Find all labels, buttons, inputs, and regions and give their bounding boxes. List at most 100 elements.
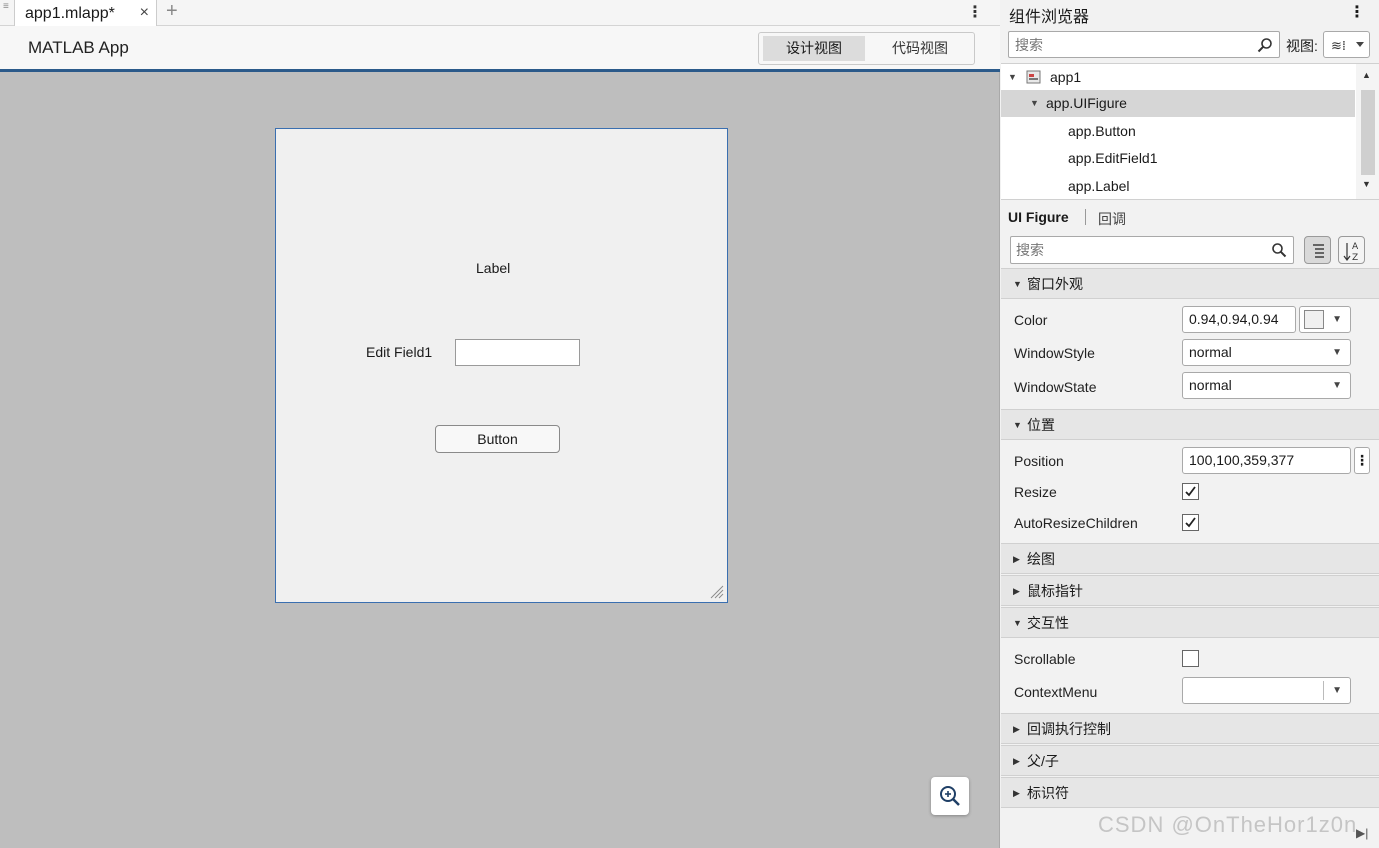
close-icon[interactable]: × <box>140 4 149 22</box>
collapsed-icon: ▶ <box>1013 724 1020 734</box>
autoresize-checkbox[interactable] <box>1182 514 1199 531</box>
chevron-down-icon: ▼ <box>1332 314 1342 325</box>
section-identifiers[interactable]: ▶ 标识符 <box>1001 777 1379 808</box>
tree-item-label: app.EditField1 <box>1068 150 1158 166</box>
search-icon[interactable] <box>1271 242 1287 258</box>
tree-item-label: app.Button <box>1068 123 1136 139</box>
app-title: MATLAB App <box>28 38 129 57</box>
tab-ui-figure[interactable]: UI Figure <box>1008 209 1069 225</box>
scrollbar-thumb[interactable] <box>1361 90 1375 175</box>
section-callback-execution[interactable]: ▶ 回调执行控制 <box>1001 713 1379 744</box>
section-title: 窗口外观 <box>1027 276 1083 292</box>
scroll-up-icon[interactable]: ▲ <box>1362 70 1371 80</box>
dropdown-value: normal <box>1189 344 1232 360</box>
zoom-in-icon <box>940 786 960 806</box>
list-icon <box>1313 244 1324 258</box>
expanded-icon: ▼ <box>1013 618 1022 628</box>
section-title: 鼠标指针 <box>1027 583 1083 599</box>
color-swatch <box>1304 310 1324 329</box>
watermark: CSDN @OnTheHor1z0n <box>1098 812 1358 837</box>
tree-item-uifigure[interactable]: ▼ app.UIFigure <box>1001 90 1355 117</box>
app-designer-canvas-area: ≡ app1.mlapp* × + ⋮ MATLAB App 设计视图 代码视图… <box>0 0 1000 848</box>
inspector-tabs: UI Figure 回调 <box>1001 201 1379 231</box>
tree-item-editfield1[interactable]: app.EditField1 <box>1001 145 1355 172</box>
collapsed-icon: ▶ <box>1013 554 1020 564</box>
dropdown-value: normal <box>1189 377 1232 393</box>
resize-grip-icon[interactable] <box>708 583 724 599</box>
search-icon[interactable] <box>1257 37 1273 53</box>
tree-item-label-component[interactable]: app.Label <box>1001 173 1355 200</box>
prop-label-contextmenu: ContextMenu <box>1014 684 1098 700</box>
tab-grip-icon[interactable]: ≡ <box>3 2 9 19</box>
section-title: 位置 <box>1027 417 1055 433</box>
contextmenu-dropdown[interactable]: ▼ <box>1182 677 1351 704</box>
label-component[interactable]: Label <box>476 260 510 276</box>
collapsed-icon: ▶ <box>1013 756 1020 766</box>
prop-label-position: Position <box>1014 453 1064 469</box>
svg-text:≋⁞: ≋⁞ <box>1331 39 1346 54</box>
position-more-button[interactable]: ⋮ <box>1354 447 1370 474</box>
add-tab-icon[interactable]: + <box>166 0 178 23</box>
ui-figure[interactable]: Label Edit Field1 Button <box>275 128 728 603</box>
prop-label-scrollable: Scrollable <box>1014 651 1076 667</box>
tree-item-label: app.Label <box>1068 178 1130 194</box>
property-search-input[interactable] <box>1011 237 1261 263</box>
resize-checkbox[interactable] <box>1182 483 1199 500</box>
component-search-input[interactable] <box>1009 32 1249 57</box>
more-options-icon[interactable]: ⋮ <box>967 2 983 22</box>
tree-scrollbar[interactable]: ▲ ▼ <box>1356 64 1379 199</box>
tab-callback[interactable]: 回调 <box>1098 209 1126 229</box>
view-mode-dropdown[interactable]: ≋⁞ <box>1323 31 1370 58</box>
more-options-icon[interactable]: ⋮ <box>1349 2 1365 22</box>
section-window-appearance[interactable]: ▼ 窗口外观 <box>1001 268 1379 299</box>
sort-az-icon: A Z <box>1343 242 1359 263</box>
scrollable-checkbox[interactable] <box>1182 650 1199 667</box>
collapsed-icon: ▶ <box>1013 788 1020 798</box>
edit-field-label[interactable]: Edit Field1 <box>366 344 432 360</box>
component-browser-title: 组件浏览器 <box>1009 9 1090 26</box>
scroll-down-icon[interactable]: ▼ <box>1362 179 1371 189</box>
tree-item-label: app.UIFigure <box>1046 95 1127 111</box>
section-title: 交互性 <box>1027 615 1069 631</box>
section-pointer[interactable]: ▶ 鼠标指针 <box>1001 575 1379 606</box>
chevron-down-icon: ▼ <box>1332 380 1342 391</box>
tree-item-app1[interactable]: ▼ app1 <box>1001 64 1355 91</box>
expanded-icon: ▼ <box>1013 420 1022 430</box>
prop-label-autoresizechildren: AutoResizeChildren <box>1014 515 1138 531</box>
collapse-panel-icon[interactable]: ▶| <box>1356 826 1368 840</box>
tree-view-icon: ≋⁞ <box>1331 39 1364 54</box>
sort-alphabetical-button[interactable]: A Z <box>1338 236 1365 264</box>
right-panel: 组件浏览器 ⋮ 视图: ≋⁞ ▼ app1 ▼ app.UIFigure <box>1001 0 1379 848</box>
color-value-field[interactable]: 0.94,0.94,0.94 <box>1182 306 1296 333</box>
group-by-category-button[interactable] <box>1304 236 1331 264</box>
section-parent-child[interactable]: ▶ 父/子 <box>1001 745 1379 776</box>
collapse-icon[interactable]: ▼ <box>1030 90 1039 117</box>
collapsed-icon: ▶ <box>1013 586 1020 596</box>
component-search-box <box>1008 31 1280 58</box>
prop-label-resize: Resize <box>1014 484 1057 500</box>
prop-label-windowstate: WindowState <box>1014 379 1097 395</box>
document-tabbar: ≡ app1.mlapp* × + ⋮ <box>0 0 1000 26</box>
zoom-in-button[interactable] <box>931 777 969 815</box>
section-title: 绘图 <box>1027 551 1055 567</box>
windowstyle-dropdown[interactable]: normal ▼ <box>1182 339 1351 366</box>
chevron-down-icon: ▼ <box>1332 685 1342 696</box>
checkmark-icon <box>1185 486 1196 497</box>
section-plotting[interactable]: ▶ 绘图 <box>1001 543 1379 574</box>
section-interactivity[interactable]: ▼ 交互性 <box>1001 607 1379 638</box>
expanded-icon: ▼ <box>1013 279 1022 289</box>
color-picker-button[interactable]: ▼ <box>1299 306 1351 333</box>
button-component[interactable]: Button <box>435 425 560 453</box>
windowstate-dropdown[interactable]: normal ▼ <box>1182 372 1351 399</box>
section-position[interactable]: ▼ 位置 <box>1001 409 1379 440</box>
prop-label-windowstyle: WindowStyle <box>1014 345 1095 361</box>
code-view-button[interactable]: 代码视图 <box>869 36 971 61</box>
tree-item-label: app1 <box>1050 69 1082 85</box>
position-value-field[interactable]: 100,100,359,377 <box>1182 447 1351 474</box>
tab-app1[interactable]: app1.mlapp* × <box>14 0 157 26</box>
design-view-button[interactable]: 设计视图 <box>763 36 865 61</box>
tree-item-button[interactable]: app.Button <box>1001 118 1355 145</box>
edit-field-component[interactable] <box>455 339 580 366</box>
collapse-icon[interactable]: ▼ <box>1008 64 1017 91</box>
view-label: 视图: <box>1286 38 1318 54</box>
